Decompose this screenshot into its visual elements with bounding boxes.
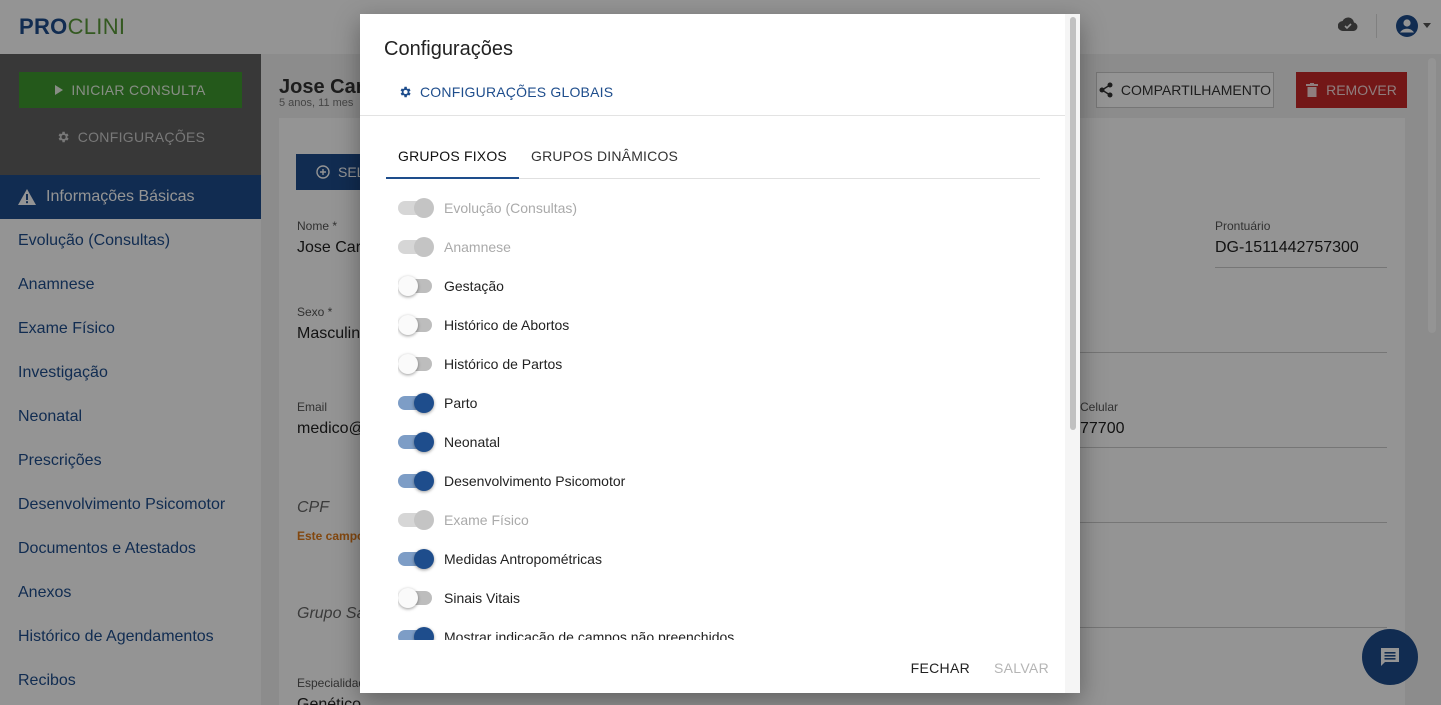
- dialog-actions: FECHAR SALVAR: [360, 642, 1065, 693]
- tab-grupos-fixos[interactable]: GRUPOS FIXOS: [386, 136, 519, 179]
- save-button[interactable]: SALVAR: [994, 660, 1049, 676]
- gear-icon: [400, 86, 411, 98]
- toggle-switch[interactable]: [398, 314, 434, 335]
- settings-dialog: Configurações CONFIGURAÇÕES GLOBAIS GRUP…: [360, 14, 1080, 693]
- toggle-switch: [398, 197, 434, 218]
- global-settings-label: CONFIGURAÇÕES GLOBAIS: [420, 84, 614, 100]
- toggle-row: Medidas Antropométricas: [398, 539, 1038, 578]
- toggle-switch: [398, 236, 434, 257]
- dialog-tabs: GRUPOS FIXOS GRUPOS DINÂMICOS: [386, 136, 1040, 179]
- toggle-row: Gestação: [398, 266, 1038, 305]
- toggle-switch[interactable]: [398, 431, 434, 452]
- toggle-label: Sinais Vitais: [444, 589, 521, 606]
- page-scrollbar[interactable]: [1428, 58, 1436, 333]
- toggle-label: Neonatal: [444, 433, 501, 450]
- toggle-list: Evolução (Consultas) Anamnese Gestação H…: [398, 188, 1038, 640]
- toggle-row: Evolução (Consultas): [398, 188, 1038, 227]
- toggle-row: Anamnese: [398, 227, 1038, 266]
- toggle-row: Sinais Vitais: [398, 578, 1038, 617]
- tab-grupos-dinamicos[interactable]: GRUPOS DINÂMICOS: [519, 136, 690, 179]
- toggle-label: Histórico de Partos: [444, 355, 563, 372]
- toggle-label: Parto: [444, 394, 478, 411]
- toggle-label: Gestação: [444, 277, 504, 294]
- toggle-label: Mostrar indicação de campos não preenchi…: [444, 628, 735, 641]
- toggle-row: Exame Físico: [398, 500, 1038, 539]
- toggle-label: Evolução (Consultas): [444, 199, 578, 216]
- toggle-label: Desenvolvimento Psicomotor: [444, 472, 626, 489]
- toggle-row: Desenvolvimento Psicomotor: [398, 461, 1038, 500]
- toggle-switch[interactable]: [398, 275, 434, 296]
- toggle-label: Exame Físico: [444, 511, 529, 528]
- toggle-row: Histórico de Partos: [398, 344, 1038, 383]
- close-button[interactable]: FECHAR: [911, 660, 970, 676]
- toggle-row: Mostrar indicação de campos não preenchi…: [398, 617, 1038, 640]
- toggle-row: Parto: [398, 383, 1038, 422]
- toggle-switch[interactable]: [398, 587, 434, 608]
- toggle-switch[interactable]: [398, 626, 434, 640]
- toggle-switch[interactable]: [398, 353, 434, 374]
- global-settings-button[interactable]: CONFIGURAÇÕES GLOBAIS: [398, 84, 613, 100]
- toggle-label: Medidas Antropométricas: [444, 550, 602, 567]
- toggle-row: Histórico de Abortos: [398, 305, 1038, 344]
- dialog-scrollbar[interactable]: [1065, 14, 1080, 693]
- toggle-label: Anamnese: [444, 238, 511, 255]
- toggle-switch[interactable]: [398, 470, 434, 491]
- dialog-scrollbar-thumb[interactable]: [1070, 17, 1076, 430]
- toggle-switch[interactable]: [398, 392, 434, 413]
- toggle-switch[interactable]: [398, 548, 434, 569]
- toggle-row: Neonatal: [398, 422, 1038, 461]
- dialog-title: Configurações: [384, 38, 513, 60]
- toggle-label: Histórico de Abortos: [444, 316, 570, 333]
- dialog-divider: [360, 115, 1065, 116]
- toggle-switch: [398, 509, 434, 530]
